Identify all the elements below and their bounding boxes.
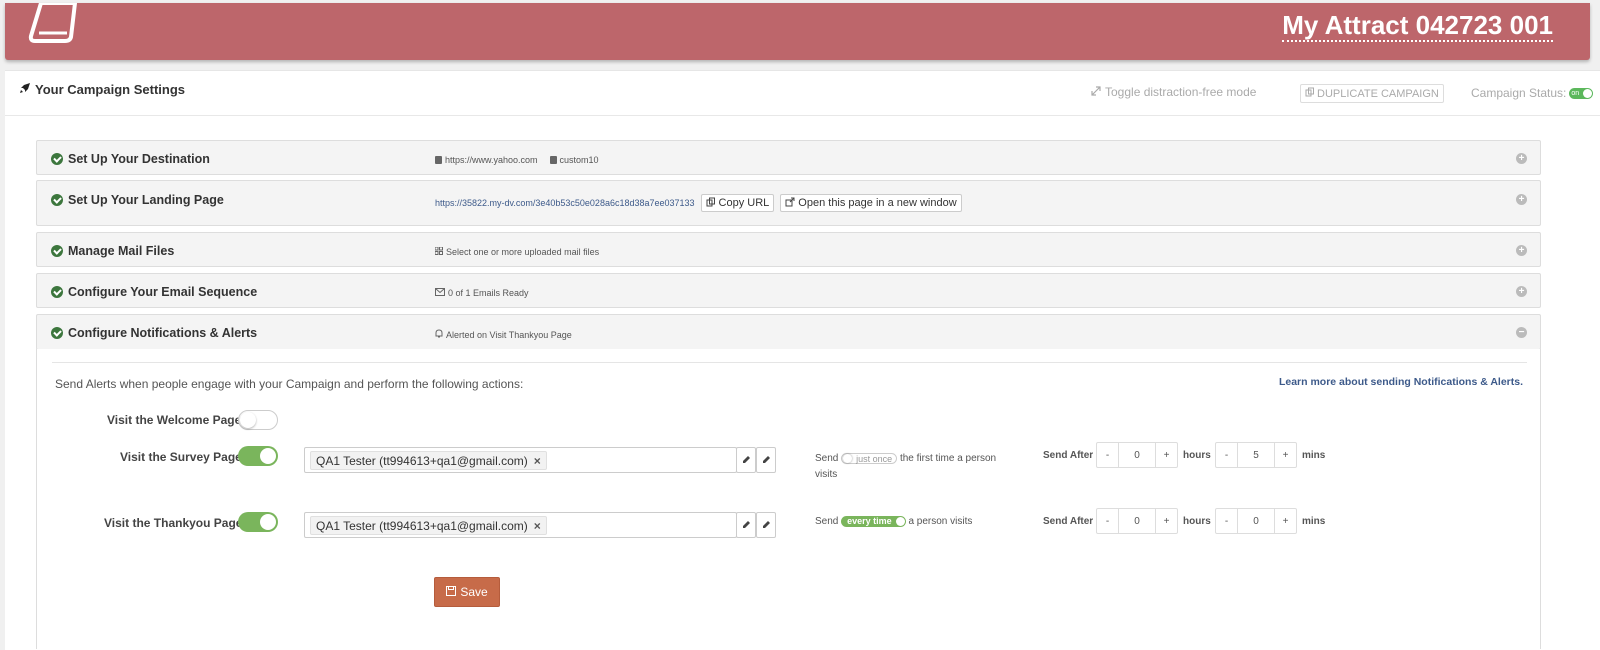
edit-recipients-button[interactable] [736, 512, 756, 538]
increment-button[interactable]: + [1156, 443, 1177, 467]
section-mail-title: Manage Mail Files [51, 244, 174, 258]
survey-frequency-toggle[interactable]: just once [841, 452, 898, 464]
check-circle-icon [51, 194, 63, 206]
rocket-icon [19, 82, 31, 97]
check-circle-icon [51, 327, 63, 339]
thankyou-page-label: Visit the Thankyou Page [104, 516, 243, 530]
decrement-button[interactable]: - [1097, 509, 1118, 533]
thankyou-page-toggle[interactable] [238, 512, 278, 532]
campaign-status: Campaign Status: on [1471, 86, 1594, 100]
mail-info: Select one or more uploaded mail files [434, 246, 599, 257]
decrement-button[interactable]: - [1216, 443, 1237, 467]
envelope-icon [435, 288, 445, 298]
mins-unit: mins [1302, 450, 1326, 461]
survey-page-toggle[interactable] [238, 446, 278, 466]
save-button[interactable]: Save [434, 577, 500, 607]
thankyou-recipients-input[interactable]: QA1 Tester (tt994613+qa1@gmail.com) × [304, 512, 737, 538]
copy-icon [1305, 87, 1315, 100]
thankyou-send-frequency: Send every time a person visits [815, 516, 973, 528]
expand-icon[interactable]: + [1516, 286, 1527, 297]
campaign-status-toggle[interactable]: on [1569, 87, 1594, 99]
increment-button[interactable]: + [1275, 443, 1296, 467]
survey-page-label: Visit the Survey Page [120, 450, 242, 464]
book-logo-icon [27, 0, 83, 45]
increment-button[interactable]: + [1275, 509, 1296, 533]
hours-unit: hours [1183, 450, 1211, 461]
thankyou-mins-value[interactable]: 0 [1237, 509, 1275, 533]
mins-unit: mins [1302, 516, 1326, 527]
section-notifications-title: Configure Notifications & Alerts [51, 326, 257, 340]
learn-more-link[interactable]: Learn more about sending Notifications &… [1279, 376, 1523, 388]
campaign-title[interactable]: My Attract 042723 001 [1282, 10, 1553, 42]
survey-mins-value[interactable]: 5 [1237, 443, 1275, 467]
check-circle-icon [51, 286, 63, 298]
section-destination-title: Set Up Your Destination [51, 152, 210, 166]
book-icon [549, 156, 557, 164]
book-icon [435, 156, 442, 164]
destination-info: https://www.yahoo.com custom10 [435, 155, 599, 165]
duplicate-campaign-button[interactable]: DUPLICATE CAMPAIGN [1300, 84, 1444, 103]
add-recipient-button[interactable] [756, 447, 776, 473]
settings-title: Your Campaign Settings [19, 82, 185, 97]
survey-hours-value[interactable]: 0 [1118, 443, 1156, 467]
edit-recipients-button[interactable] [736, 447, 756, 473]
section-landing-title: Set Up Your Landing Page [51, 193, 224, 207]
section-destination[interactable]: Set Up Your Destination https://www.yaho… [36, 140, 1541, 175]
landing-url-link[interactable]: https://35822.my-dv.com/3e40b53c50e028a6… [435, 198, 695, 208]
settings-header: Your Campaign Settings Toggle distractio… [5, 71, 1600, 116]
pencil-icon [742, 451, 751, 469]
section-email-title: Configure Your Email Sequence [51, 285, 257, 299]
alerts-intro: Send Alerts when people engage with your… [55, 377, 524, 391]
open-new-window-button[interactable]: Open this page in a new window [780, 194, 962, 212]
divider [52, 362, 1527, 363]
copy-url-button[interactable]: Copy URL [700, 194, 775, 212]
notifications-body: Send Alerts when people engage with your… [36, 349, 1541, 649]
decrement-button[interactable]: - [1216, 509, 1237, 533]
check-circle-icon [51, 153, 63, 165]
remove-tag-icon[interactable]: × [534, 519, 541, 533]
landing-info: https://35822.my-dv.com/3e40b53c50e028a6… [435, 194, 962, 212]
hours-unit: hours [1183, 516, 1211, 527]
recipient-tag: QA1 Tester (tt994613+qa1@gmail.com) × [310, 451, 547, 470]
check-circle-icon [51, 245, 63, 257]
thankyou-frequency-toggle[interactable]: every time [841, 516, 906, 527]
survey-recipients-input[interactable]: QA1 Tester (tt994613+qa1@gmail.com) × [304, 447, 737, 473]
external-link-icon [785, 197, 795, 210]
survey-send-after-label: Send After [1043, 450, 1094, 461]
section-mail-files[interactable]: Manage Mail Files Select one or more upl… [36, 232, 1541, 267]
section-notifications[interactable]: Configure Notifications & Alerts Alerted… [36, 314, 1541, 350]
welcome-page-label: Visit the Welcome Page [107, 413, 242, 427]
decrement-button[interactable]: - [1097, 443, 1118, 467]
pencil-icon [762, 516, 771, 534]
expand-icon[interactable]: + [1516, 153, 1527, 164]
pencil-icon [742, 516, 751, 534]
pencil-icon [762, 451, 771, 469]
notifications-info: Alerted on Visit Thankyou Page [435, 329, 572, 340]
thankyou-hours-stepper[interactable]: - 0 + [1096, 508, 1178, 534]
expand-icon[interactable]: + [1516, 245, 1527, 256]
thankyou-hours-value[interactable]: 0 [1118, 509, 1156, 533]
survey-mins-stepper[interactable]: - 5 + [1215, 442, 1297, 468]
add-recipient-button[interactable] [756, 512, 776, 538]
expand-arrows-icon [1091, 85, 1101, 99]
survey-hours-stepper[interactable]: - 0 + [1096, 442, 1178, 468]
floppy-disk-icon [446, 585, 457, 599]
increment-button[interactable]: + [1156, 509, 1177, 533]
welcome-page-toggle[interactable] [238, 410, 278, 430]
collapse-icon[interactable]: − [1516, 327, 1527, 338]
survey-send-frequency: Send just once the first time a person v… [815, 452, 997, 480]
bell-icon [435, 329, 443, 340]
distraction-free-toggle[interactable]: Toggle distraction-free mode [1091, 85, 1256, 99]
expand-icon[interactable]: + [1516, 194, 1527, 205]
top-bar: My Attract 042723 001 [5, 0, 1590, 60]
email-info: 0 of 1 Emails Ready [435, 288, 529, 298]
remove-tag-icon[interactable]: × [534, 454, 541, 468]
recipient-tag: QA1 Tester (tt994613+qa1@gmail.com) × [310, 516, 547, 535]
section-landing-page[interactable]: Set Up Your Landing Page https://35822.m… [36, 180, 1541, 226]
thankyou-mins-stepper[interactable]: - 0 + [1215, 508, 1297, 534]
section-email-sequence[interactable]: Configure Your Email Sequence 0 of 1 Ema… [36, 273, 1541, 308]
copy-icon [706, 197, 716, 210]
grid-icon [434, 246, 443, 257]
thankyou-send-after-label: Send After [1043, 516, 1094, 527]
